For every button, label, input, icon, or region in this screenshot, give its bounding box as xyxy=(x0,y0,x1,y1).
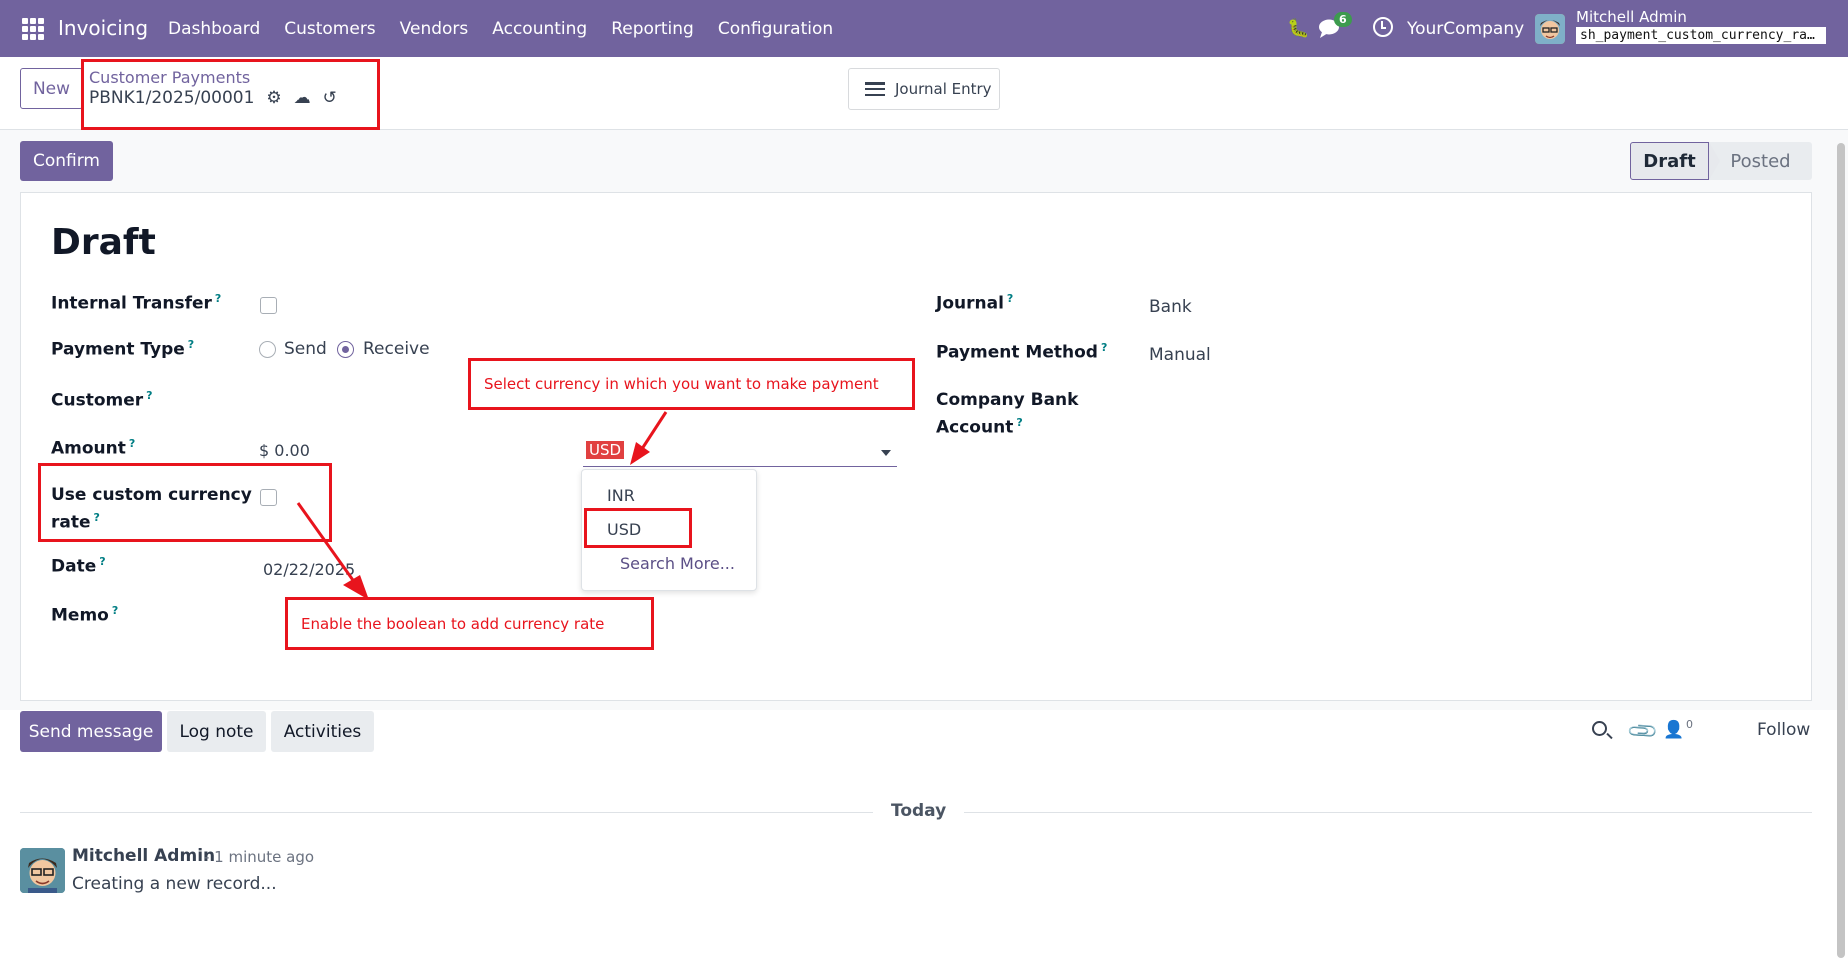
company-switcher[interactable]: YourCompany xyxy=(1407,19,1524,39)
menu-item-customers[interactable]: Customers xyxy=(284,19,375,39)
send-message-button[interactable]: Send message xyxy=(20,711,162,752)
form-title: Draft xyxy=(51,222,156,263)
annotation-box-record xyxy=(81,59,380,130)
log-note-button[interactable]: Log note xyxy=(167,711,266,752)
page-scrollbar[interactable] xyxy=(1834,137,1848,966)
menu-item-vendors[interactable]: Vendors xyxy=(400,19,469,39)
currency-value[interactable]: USD xyxy=(586,441,625,459)
currency-option-inr[interactable]: INR xyxy=(607,486,635,505)
stage-draft[interactable]: Draft xyxy=(1630,142,1709,180)
company-bank-label: Company Bank xyxy=(936,390,1079,410)
help-icon[interactable]: ? xyxy=(129,437,135,450)
payment-type-receive-label[interactable]: Receive xyxy=(363,339,430,359)
chat-count-badge: 6 xyxy=(1334,12,1352,27)
app-name[interactable]: Invoicing xyxy=(58,16,148,40)
annotation-currency-note: Select currency in which you want to mak… xyxy=(468,358,915,410)
message-body: Creating a new record... xyxy=(72,874,277,894)
help-icon[interactable]: ? xyxy=(188,338,194,351)
date-separator-today: Today xyxy=(873,801,965,821)
menu-item-configuration[interactable]: Configuration xyxy=(718,19,833,39)
help-icon[interactable]: ? xyxy=(1007,292,1013,305)
company-bank-label-line2: Account? xyxy=(936,416,1023,438)
help-icon[interactable]: ? xyxy=(99,555,105,568)
payment-method-label: Payment Method? xyxy=(936,341,1108,363)
scrollbar-thumb[interactable] xyxy=(1837,143,1845,958)
search-icon[interactable] xyxy=(1592,721,1607,736)
annotation-box-usd xyxy=(584,508,692,548)
follow-button[interactable]: Follow xyxy=(1757,720,1810,740)
journal-label: Journal? xyxy=(936,292,1014,314)
date-input[interactable]: 02/22/2025 xyxy=(263,560,355,579)
help-icon[interactable]: ? xyxy=(112,604,118,617)
confirm-button[interactable]: Confirm xyxy=(20,141,113,181)
help-icon[interactable]: ? xyxy=(1101,341,1107,354)
payment-type-send-radio[interactable] xyxy=(259,341,276,358)
message-author[interactable]: Mitchell Admin xyxy=(72,846,215,866)
payment-method-value[interactable]: Manual xyxy=(1149,345,1211,365)
menu-item-accounting[interactable]: Accounting xyxy=(492,19,587,39)
list-icon xyxy=(865,82,885,96)
apps-menu-icon[interactable] xyxy=(22,18,44,40)
journal-entry-button[interactable]: Journal Entry xyxy=(848,68,1000,110)
activity-clock-icon[interactable] xyxy=(1373,17,1393,37)
amount-label: Amount? xyxy=(51,437,136,459)
stage-arrow xyxy=(1709,142,1720,180)
currency-select[interactable]: USD xyxy=(583,436,897,467)
user-avatar[interactable] xyxy=(1535,14,1565,44)
journal-value[interactable]: Bank xyxy=(1149,297,1192,317)
chevron-down-icon[interactable] xyxy=(881,450,891,456)
activities-button[interactable]: Activities xyxy=(271,711,374,752)
top-navbar: Invoicing Dashboard Customers Vendors Ac… xyxy=(0,0,1848,57)
help-icon[interactable]: ? xyxy=(215,292,221,305)
paperclip-icon[interactable]: 📎 xyxy=(1625,714,1660,749)
payment-type-send-label[interactable]: Send xyxy=(284,339,327,359)
menu-item-dashboard[interactable]: Dashboard xyxy=(168,19,260,39)
internal-transfer-checkbox[interactable] xyxy=(260,297,277,314)
status-bar xyxy=(0,130,1848,190)
new-button[interactable]: New xyxy=(20,68,83,109)
database-name: sh_payment_custom_currency_rate xyxy=(1576,27,1826,44)
menu-item-reporting[interactable]: Reporting xyxy=(611,19,694,39)
journal-entry-label: Journal Entry xyxy=(895,80,992,98)
user-name[interactable]: Mitchell Admin xyxy=(1576,8,1687,26)
stage-posted[interactable]: Posted xyxy=(1709,142,1812,180)
customer-label: Customer? xyxy=(51,389,153,411)
followers-count: 0 xyxy=(1686,718,1693,731)
amount-input[interactable]: $ 0.00 xyxy=(259,441,310,460)
message-author-avatar[interactable] xyxy=(20,848,65,893)
help-icon[interactable]: ? xyxy=(1016,416,1022,429)
internal-transfer-label: Internal Transfer? xyxy=(51,292,222,314)
main-menu: Dashboard Customers Vendors Accounting R… xyxy=(168,19,857,39)
help-icon[interactable]: ? xyxy=(146,389,152,402)
memo-label: Memo? xyxy=(51,604,119,626)
annotation-boolean-note: Enable the boolean to add currency rate xyxy=(285,597,654,650)
date-label: Date? xyxy=(51,555,106,577)
message-time: - 1 minute ago xyxy=(204,848,315,866)
debug-bug-icon[interactable]: 🐛 xyxy=(1287,18,1309,39)
annotation-box-custom-rate xyxy=(38,463,332,542)
followers-icon[interactable]: 👤 xyxy=(1663,720,1684,740)
search-more-link[interactable]: Search More... xyxy=(620,554,735,573)
payment-type-label: Payment Type? xyxy=(51,338,195,360)
payment-type-receive-radio[interactable] xyxy=(337,341,354,358)
